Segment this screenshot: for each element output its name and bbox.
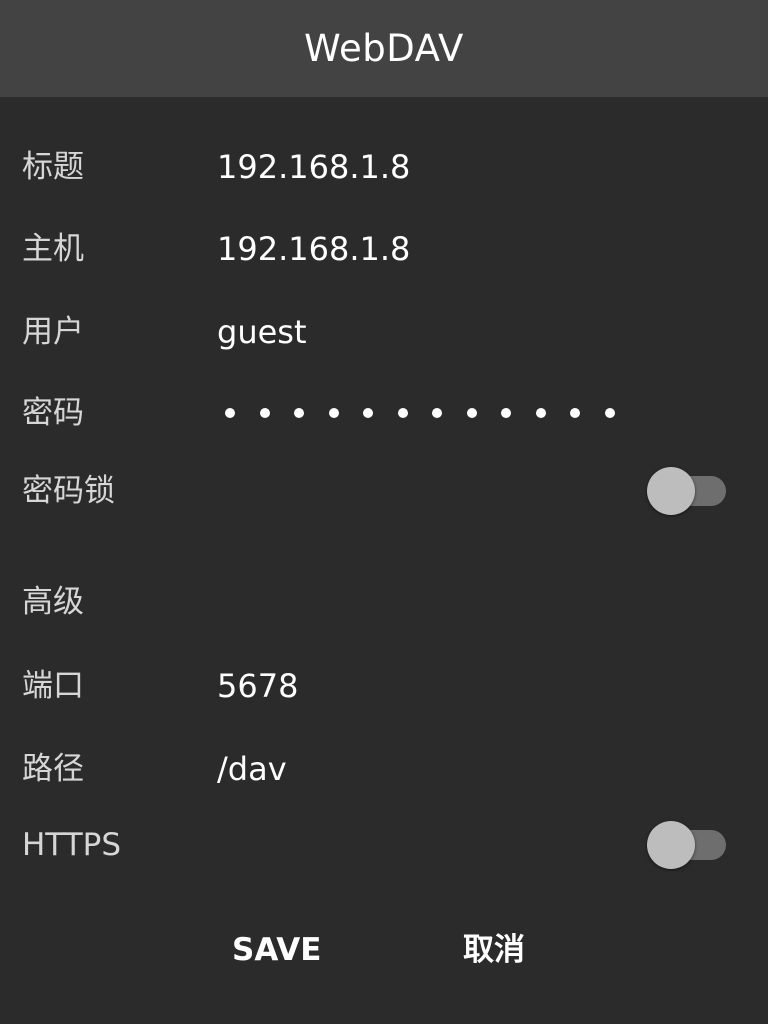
password-mask-dot [535,408,546,418]
title-row: 标题 [0,137,768,197]
title-input[interactable] [217,137,717,197]
password-mask-dot [432,408,442,418]
user-label: 用户 [22,314,84,350]
path-input[interactable] [217,739,717,799]
password-mask-dot [225,408,235,418]
password-row: 密码 [0,383,768,443]
https-label: HTTPS [22,827,122,863]
password-label: 密码 [22,395,84,431]
password-mask-dot [363,408,373,418]
password-input[interactable] [225,408,615,418]
page-title: WebDAV [304,27,464,70]
password-lock-label: 密码锁 [22,473,115,509]
password-mask-dot [501,408,511,418]
host-input[interactable] [217,219,717,279]
password-mask-dot [466,408,477,418]
password-mask-dot [259,408,270,418]
user-row: 用户 [0,302,768,362]
host-label: 主机 [22,231,84,267]
webdav-settings-screen: WebDAV 标题 主机 用户 密码 密码锁 高级 端口 路径 HTTPS [0,0,768,1024]
password-mask-dot [570,408,580,418]
port-row: 端口 [0,656,768,716]
password-lock-row: 密码锁 [0,461,768,521]
https-row: HTTPS [0,815,768,875]
cancel-button[interactable]: 取消 [453,920,535,980]
host-row: 主机 [0,219,768,279]
advanced-section-title: 高级 [22,584,84,620]
port-label: 端口 [22,668,84,704]
save-button[interactable]: SAVE [222,920,331,980]
path-label: 路径 [22,751,84,787]
password-mask-dot [604,408,615,418]
title-label: 标题 [22,149,84,185]
password-mask-dot [328,408,339,418]
password-lock-toggle[interactable] [646,467,726,515]
toggle-knob [647,467,695,515]
toggle-knob [647,821,695,869]
title-bar: WebDAV [0,0,768,97]
password-mask-dot [294,408,304,418]
port-input[interactable] [217,656,717,716]
https-toggle[interactable] [646,821,726,869]
password-mask-dot [397,408,408,418]
path-row: 路径 [0,739,768,799]
user-input[interactable] [217,302,717,362]
